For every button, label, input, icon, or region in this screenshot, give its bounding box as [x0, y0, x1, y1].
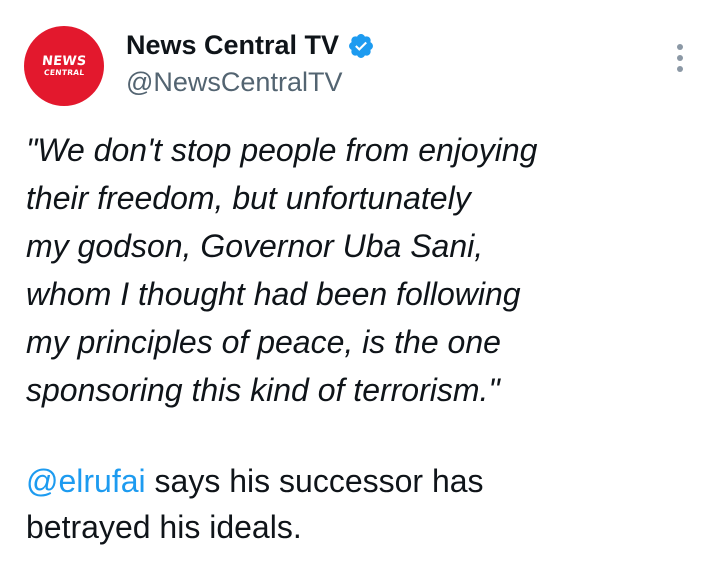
verified-badge-icon: [349, 33, 374, 58]
tweet-body-text: @elrufai says his successor has betrayed…: [26, 458, 706, 550]
news-central-logo: NEWS CENTRAL: [41, 54, 87, 78]
logo-top-text: NEWS: [41, 54, 87, 70]
author-name-row: News Central TV: [126, 30, 375, 61]
body-line: betrayed his ideals.: [26, 509, 302, 545]
author-display-name[interactable]: News Central TV: [126, 30, 339, 61]
mention-link[interactable]: @elrufai: [26, 463, 146, 499]
quote-line: my principles of peace, is the one: [26, 324, 501, 360]
tweet-card: NEWS CENTRAL News Central TV @NewsCentra…: [0, 0, 720, 571]
quote-line: "We don't stop people from enjoying: [26, 132, 538, 168]
quote-line: my godson, Governor Uba Sani,: [26, 228, 484, 264]
more-options-icon-dot: [677, 66, 683, 72]
more-options-button[interactable]: [668, 40, 692, 76]
quote-line: whom I thought had been following: [26, 276, 521, 312]
more-options-icon-dot: [677, 55, 683, 61]
avatar[interactable]: NEWS CENTRAL: [24, 26, 104, 106]
logo-bottom-text: CENTRAL: [43, 68, 85, 78]
quote-line: their freedom, but unfortunately: [26, 180, 471, 216]
author-handle[interactable]: @NewsCentralTV: [126, 67, 342, 98]
tweet-quote-text: "We don't stop people from enjoying thei…: [26, 126, 706, 414]
body-line: @elrufai says his successor has: [26, 458, 706, 504]
body-line-rest: says his successor has: [145, 463, 484, 499]
quote-line: sponsoring this kind of terrorism.": [26, 372, 500, 408]
more-options-icon: [677, 44, 683, 50]
